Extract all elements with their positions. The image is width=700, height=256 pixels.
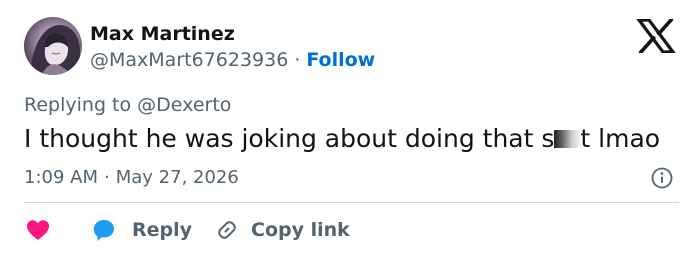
- tweet-text-after: t lmao: [580, 124, 661, 153]
- replying-to-line: Replying to @Dexerto: [24, 94, 231, 116]
- avatar[interactable]: [24, 17, 82, 75]
- replying-prefix: Replying to: [24, 94, 132, 116]
- tweet-time: 1:09 AM: [24, 167, 98, 188]
- author-handle-line: @MaxMart67623936 · Follow: [90, 49, 375, 71]
- like-button[interactable]: [26, 216, 50, 244]
- info-icon[interactable]: [651, 167, 673, 189]
- tweet-timestamp[interactable]: 1:09 AM · May 27, 2026: [24, 167, 239, 188]
- speech-bubble-icon: [93, 220, 114, 241]
- tweet-text-before: I thought he was joking about doing that…: [24, 124, 555, 153]
- separator-dot: ·: [294, 49, 301, 71]
- tweet-text: I thought he was joking about doing that…: [24, 124, 660, 153]
- copy-link-label: Copy link: [251, 219, 350, 241]
- author-name[interactable]: Max Martinez: [90, 23, 235, 45]
- separator-dot: ·: [104, 167, 110, 188]
- tweet-date: May 27, 2026: [115, 167, 239, 188]
- divider: [24, 202, 679, 203]
- link-icon: [218, 221, 236, 239]
- x-logo-icon[interactable]: [636, 19, 676, 53]
- reply-label: Reply: [132, 219, 193, 241]
- copy-link-button[interactable]: Copy link: [215, 216, 350, 244]
- tweet-embed-card: Max Martinez @MaxMart67623936 · Follow Rep…: [0, 0, 700, 256]
- author-handle[interactable]: @MaxMart67623936: [90, 49, 288, 71]
- heart-icon: [27, 220, 49, 240]
- follow-button[interactable]: Follow: [306, 49, 375, 71]
- censor-blur: [554, 130, 581, 148]
- avatar-image: [30, 24, 80, 75]
- reply-button[interactable]: Reply: [92, 216, 192, 244]
- replying-to-mention[interactable]: @Dexerto: [137, 94, 231, 116]
